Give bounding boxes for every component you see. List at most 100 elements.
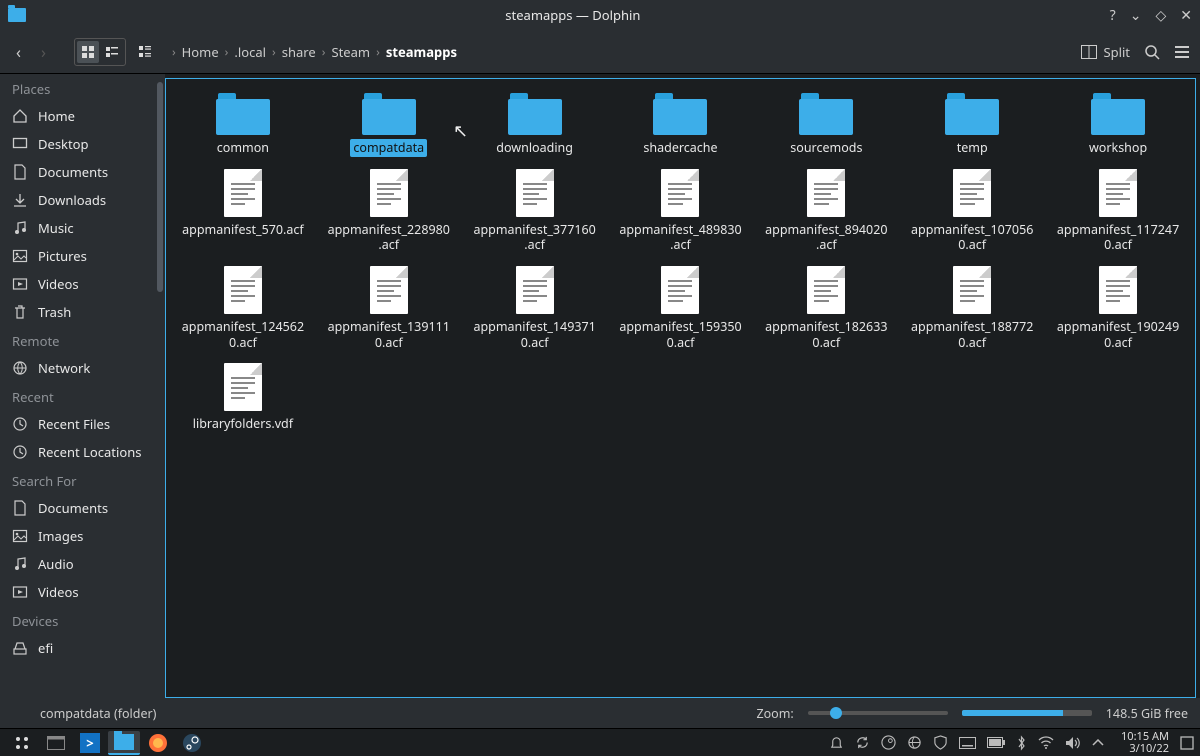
sidebar-item-label: Network [38, 359, 90, 377]
back-button[interactable]: ‹ [10, 37, 27, 67]
item-label: shadercache [640, 139, 720, 157]
taskbar-discover[interactable]: > [74, 731, 106, 755]
item-label: appmanifest_570.acf [179, 221, 307, 239]
globe-icon[interactable] [907, 735, 922, 750]
sidebar-item-label: Recent Locations [38, 443, 141, 461]
file-item[interactable]: appmanifest_1826330.acf [755, 262, 897, 355]
task-manager-button[interactable] [40, 731, 72, 755]
forward-button[interactable]: › [35, 37, 52, 67]
file-item[interactable]: appmanifest_377160.acf [464, 165, 606, 258]
item-label: appmanifest_1070560.acf [907, 221, 1037, 254]
file-view[interactable]: commoncompatdatadownloading shadercache so… [165, 78, 1196, 698]
app-launcher-button[interactable] [6, 731, 38, 755]
taskbar-steam[interactable] [176, 731, 208, 755]
sidebar-item-recent-locations[interactable]: Recent Locations [0, 438, 165, 466]
detail-view-button[interactable] [134, 41, 156, 63]
file-item[interactable]: appmanifest_894020.acf [755, 165, 897, 258]
file-item[interactable]: appmanifest_1493710.acf [464, 262, 606, 355]
file-item[interactable]: appmanifest_570.acf [172, 165, 314, 258]
sidebar-item-label: Downloads [38, 191, 106, 209]
folder-item[interactable]: downloading [464, 89, 606, 161]
file-item[interactable]: appmanifest_1245620.acf [172, 262, 314, 355]
close-button[interactable]: ✕ [1180, 6, 1192, 25]
sidebar-item-desktop[interactable]: Desktop [0, 130, 165, 158]
minimize-button[interactable]: ⌄ [1130, 6, 1142, 25]
chevron-up-icon[interactable] [1092, 739, 1104, 747]
keyboard-icon[interactable] [959, 737, 976, 749]
item-label: temp [954, 139, 991, 157]
help-button[interactable]: ? [1110, 6, 1116, 25]
wifi-icon[interactable] [1038, 736, 1054, 749]
update-icon[interactable] [855, 735, 870, 750]
breadcrumb-separator: › [225, 43, 229, 60]
file-item[interactable]: appmanifest_1887720.acf [901, 262, 1043, 355]
split-label: Split [1103, 43, 1130, 61]
taskbar-firefox[interactable] [142, 731, 174, 755]
view-mode-group [74, 38, 126, 66]
bell-icon[interactable] [829, 735, 844, 750]
file-item[interactable]: appmanifest_228980.acf [318, 165, 460, 258]
sidebar-item-trash[interactable]: Trash [0, 298, 165, 326]
sidebar-item-documents[interactable]: Documents [0, 494, 165, 522]
clock[interactable]: 10:15 AM3/10/22 [1121, 731, 1169, 754]
folder-item[interactable]: shadercache [610, 89, 752, 161]
item-label: appmanifest_894020.acf [761, 221, 891, 254]
text-file-icon [953, 169, 991, 217]
sidebar-header-remote: Remote [0, 326, 165, 354]
sidebar-item-videos[interactable]: Videos [0, 578, 165, 606]
breadcrumb-home[interactable]: Home [182, 43, 219, 61]
file-item[interactable]: appmanifest_1391110.acf [318, 262, 460, 355]
text-file-icon [661, 266, 699, 314]
sidebar-item-efi[interactable]: efi [0, 634, 165, 662]
sidebar-item-audio[interactable]: Audio [0, 550, 165, 578]
folder-item[interactable]: sourcemods [755, 89, 897, 161]
maximize-button[interactable]: ◇ [1155, 6, 1166, 25]
sidebar-item-network[interactable]: Network [0, 354, 165, 382]
folder-item[interactable]: compatdata [318, 89, 460, 161]
hamburger-menu-button[interactable] [1174, 45, 1190, 59]
clock-icon [12, 444, 28, 460]
icon-view-button[interactable] [77, 41, 99, 63]
sidebar-item-label: Documents [38, 163, 108, 181]
file-item[interactable]: appmanifest_489830.acf [610, 165, 752, 258]
sidebar-item-downloads[interactable]: Downloads [0, 186, 165, 214]
volume-icon[interactable] [1065, 736, 1081, 750]
battery-icon[interactable] [987, 737, 1005, 748]
sidebar-item-recent-files[interactable]: Recent Files [0, 410, 165, 438]
sidebar-item-home[interactable]: Home [0, 102, 165, 130]
file-item[interactable]: libraryfolders.vdf [172, 359, 314, 437]
search-button[interactable] [1144, 44, 1160, 60]
sidebar-item-music[interactable]: Music [0, 214, 165, 242]
music-icon [12, 556, 28, 572]
file-item[interactable]: appmanifest_1902490.acf [1047, 262, 1189, 355]
shield-icon[interactable] [933, 735, 948, 750]
folder-item[interactable]: workshop [1047, 89, 1189, 161]
folder-icon [799, 93, 853, 135]
dolphin-app-icon [8, 8, 26, 22]
breadcrumb-steamapps[interactable]: steamapps [386, 43, 457, 61]
sidebar-item-label: Desktop [38, 135, 89, 153]
file-item[interactable]: appmanifest_1172470.acf [1047, 165, 1189, 258]
breadcrumb-steam[interactable]: Steam [331, 43, 370, 61]
sidebar-item-pictures[interactable]: Pictures [0, 242, 165, 270]
text-file-icon [224, 363, 262, 411]
sidebar-item-videos[interactable]: Videos [0, 270, 165, 298]
file-item[interactable]: appmanifest_1593500.acf [610, 262, 752, 355]
breadcrumb-.local[interactable]: .local [234, 43, 266, 61]
sidebar-item-documents[interactable]: Documents [0, 158, 165, 186]
sidebar-item-label: Recent Files [38, 415, 110, 433]
split-button[interactable]: Split [1081, 43, 1130, 61]
sidebar-scrollbar[interactable] [157, 82, 163, 292]
file-item[interactable]: appmanifest_1070560.acf [901, 165, 1043, 258]
folder-item[interactable]: common [172, 89, 314, 161]
folder-item[interactable]: temp [901, 89, 1043, 161]
compact-view-button[interactable] [101, 41, 123, 63]
taskbar-dolphin[interactable] [108, 731, 140, 755]
sidebar-item-images[interactable]: Images [0, 522, 165, 550]
breadcrumb-share[interactable]: share [282, 43, 316, 61]
show-desktop-button[interactable] [1180, 736, 1194, 750]
zoom-slider[interactable] [808, 711, 948, 715]
bluetooth-icon[interactable] [1016, 735, 1027, 751]
steam-icon[interactable] [881, 735, 896, 750]
zoom-label: Zoom: [756, 705, 793, 722]
